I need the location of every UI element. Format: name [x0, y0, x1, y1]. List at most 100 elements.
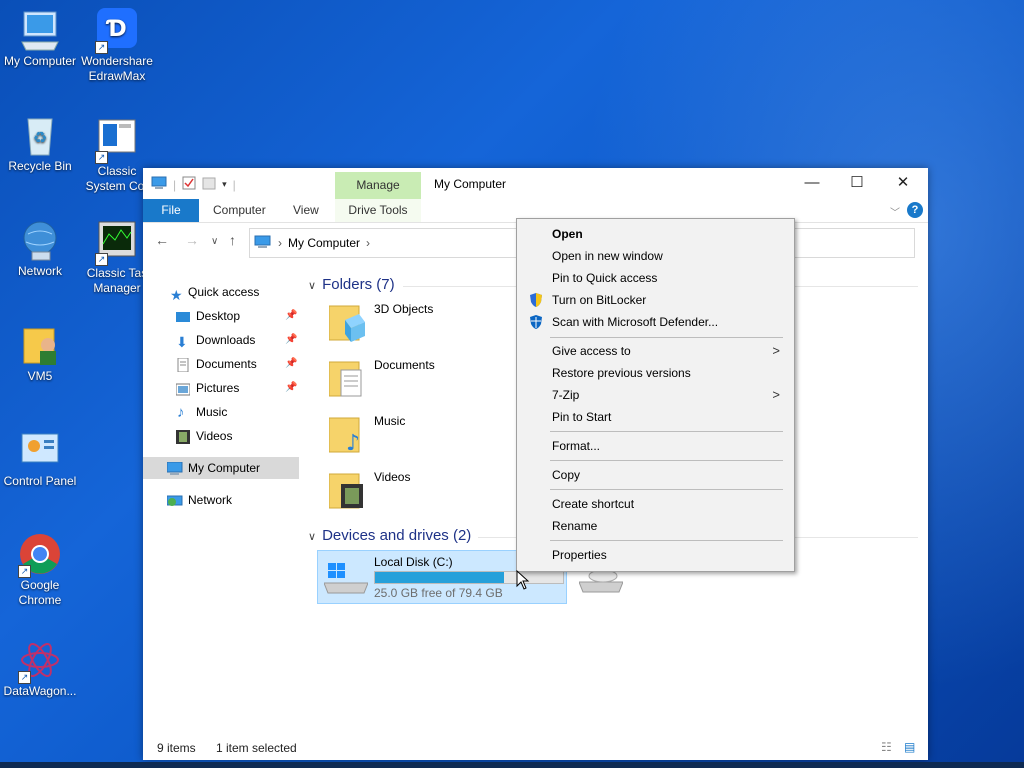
menu-item-pin-quick-access[interactable]: Pin to Quick access — [519, 267, 790, 289]
nav-item-pictures[interactable]: Pictures 📌 — [143, 377, 299, 399]
desktop-folder-icon — [176, 309, 190, 323]
menu-item-label: Turn on BitLocker — [552, 293, 647, 307]
breadcrumb-my-computer[interactable]: My Computer — [288, 236, 360, 250]
desktop-icon-label: My Computer — [3, 54, 77, 68]
group-title: Devices and drives (2) — [322, 527, 472, 544]
pin-icon[interactable]: 📌 — [285, 305, 297, 327]
tab-manage[interactable]: Manage — [335, 172, 421, 199]
group-header-devices[interactable]: ∨ Devices and drives (2) — [308, 527, 471, 544]
tab-drive-tools[interactable]: Drive Tools — [335, 199, 421, 222]
menu-item-open-new-window[interactable]: Open in new window — [519, 245, 790, 267]
nav-label: Music — [196, 405, 228, 419]
properties-icon[interactable] — [182, 176, 196, 193]
nav-label: Downloads — [196, 333, 256, 347]
close-icon: ✕ — [896, 174, 910, 191]
desktop-icon-my-computer[interactable]: My Computer — [0, 8, 80, 69]
nav-item-desktop[interactable]: Desktop 📌 — [143, 305, 299, 327]
menu-item-give-access[interactable]: Give access to > — [519, 340, 790, 362]
menu-item-defender-scan[interactable]: Scan with Microsoft Defender... — [519, 311, 790, 333]
help-button[interactable]: ? — [907, 202, 923, 218]
title-bar[interactable]: | ▾ | Manage My Computer — ☐ ✕ — [143, 168, 928, 199]
desktop-icon-control-panel[interactable]: Control Panel — [0, 428, 80, 489]
music-folder-icon: ♪ — [328, 414, 365, 456]
computer-icon — [18, 8, 62, 52]
search-input[interactable] — [793, 228, 915, 258]
nav-item-videos[interactable]: Videos — [143, 425, 299, 447]
nav-item-documents[interactable]: Documents 📌 — [143, 353, 299, 375]
close-button[interactable]: ✕ — [881, 172, 925, 194]
nav-item-quick-access[interactable]: ★ Quick access — [143, 281, 299, 303]
folder-documents[interactable]: Documents — [325, 354, 515, 406]
menu-item-7zip[interactable]: 7-Zip > — [519, 384, 790, 406]
breadcrumb-separator[interactable]: › — [278, 236, 282, 250]
pictures-icon — [175, 381, 191, 396]
3d-objects-folder-icon — [328, 302, 365, 342]
desktop-icon-network[interactable]: Network — [0, 218, 80, 279]
tab-file[interactable]: File — [143, 199, 199, 222]
up-arrow-icon[interactable]: ↑ — [229, 232, 236, 248]
folder-name: Videos — [374, 470, 411, 484]
nav-item-music[interactable]: ♪ Music — [143, 401, 299, 423]
desktop-icon-label: Control Panel — [3, 474, 77, 488]
large-icons-view-icon[interactable]: ▤ — [904, 740, 915, 754]
desktop-icon-datawagon[interactable]: ↗ DataWagon... — [0, 638, 80, 699]
back-arrow-icon[interactable]: ← — [155, 232, 169, 248]
task-manager-icon: ↗ — [95, 220, 139, 266]
shield-icon — [528, 292, 544, 308]
folder-videos[interactable]: Videos — [325, 466, 515, 518]
expand-ribbon-icon[interactable]: ﹀ — [890, 204, 900, 219]
windows-drive-icon — [323, 559, 369, 598]
folder-name: 3D Objects — [374, 302, 434, 316]
nav-label: Network — [188, 493, 233, 507]
qat-divider: | — [173, 177, 177, 192]
details-view-icon[interactable]: ☷ — [881, 740, 892, 754]
submenu-arrow-icon: > — [772, 343, 780, 358]
maximize-button[interactable]: ☐ — [835, 172, 879, 194]
nav-item-my-computer[interactable]: My Computer — [143, 457, 299, 479]
folder-3d-objects[interactable]: 3D Objects — [325, 298, 515, 350]
new-folder-icon[interactable] — [202, 176, 216, 193]
music-note-icon: ♪ — [177, 404, 185, 421]
star-icon: ★ — [170, 287, 183, 303]
desktop-icon-google-chrome[interactable]: ↗ Google Chrome — [0, 532, 80, 608]
nav-item-downloads[interactable]: ⬇ Downloads 📌 — [143, 329, 299, 351]
minimize-icon: — — [804, 174, 820, 191]
address-bar[interactable]: › My Computer › — [249, 228, 523, 258]
drive-name: Local Disk (C:) — [374, 555, 453, 569]
qat-divider: | — [232, 177, 236, 192]
menu-item-restore-versions[interactable]: Restore previous versions — [519, 362, 790, 384]
desktop-icon-edrawmax[interactable]: Ɗ ↗ Wondershare EdrawMax — [77, 8, 157, 84]
tab-computer[interactable]: Computer — [213, 199, 266, 222]
qat-dropdown-icon[interactable]: ▾ — [222, 179, 227, 190]
breadcrumb-separator[interactable]: › — [366, 236, 370, 250]
folder-music[interactable]: ♪ Music — [325, 410, 515, 462]
collapse-chevron-icon: ∨ — [308, 531, 317, 543]
menu-item-open[interactable]: Open — [519, 223, 790, 245]
folder-name: Music — [374, 414, 406, 428]
minimize-button[interactable]: — — [790, 172, 834, 194]
menu-item-copy[interactable]: Copy — [519, 464, 790, 486]
drive-free-space: 25.0 GB free of 79.4 GB — [374, 586, 503, 600]
recent-locations-chevron-icon[interactable]: ∨ — [211, 236, 218, 247]
shortcut-arrow-icon: ↗ — [18, 565, 31, 578]
menu-item-bitlocker[interactable]: Turn on BitLocker — [519, 289, 790, 311]
drive-usage-bar — [374, 571, 564, 584]
desktop-icon-vm5[interactable]: VM5 — [0, 323, 80, 384]
group-header-folders[interactable]: ∨ Folders (7) — [308, 276, 395, 293]
svg-text:Ɗ: Ɗ — [105, 17, 126, 42]
menu-item-pin-start[interactable]: Pin to Start — [519, 406, 790, 428]
forward-arrow-icon[interactable]: → — [185, 232, 199, 248]
selection-count: 1 item selected — [216, 741, 297, 755]
menu-item-properties[interactable]: Properties — [519, 544, 790, 566]
menu-item-rename[interactable]: Rename — [519, 515, 790, 537]
nav-item-network[interactable]: Network — [143, 489, 299, 511]
menu-item-format[interactable]: Format... — [519, 435, 790, 457]
desktop-icon-recycle-bin[interactable]: ♻ Recycle Bin — [0, 113, 80, 174]
pin-icon[interactable]: 📌 — [285, 377, 297, 399]
menu-item-create-shortcut[interactable]: Create shortcut — [519, 493, 790, 515]
pin-icon[interactable]: 📌 — [285, 329, 297, 351]
desktop-icon-label: EdrawMax — [88, 69, 146, 83]
tab-view[interactable]: View — [293, 199, 319, 222]
pin-icon[interactable]: 📌 — [285, 353, 297, 375]
nav-label: Documents — [196, 357, 257, 371]
